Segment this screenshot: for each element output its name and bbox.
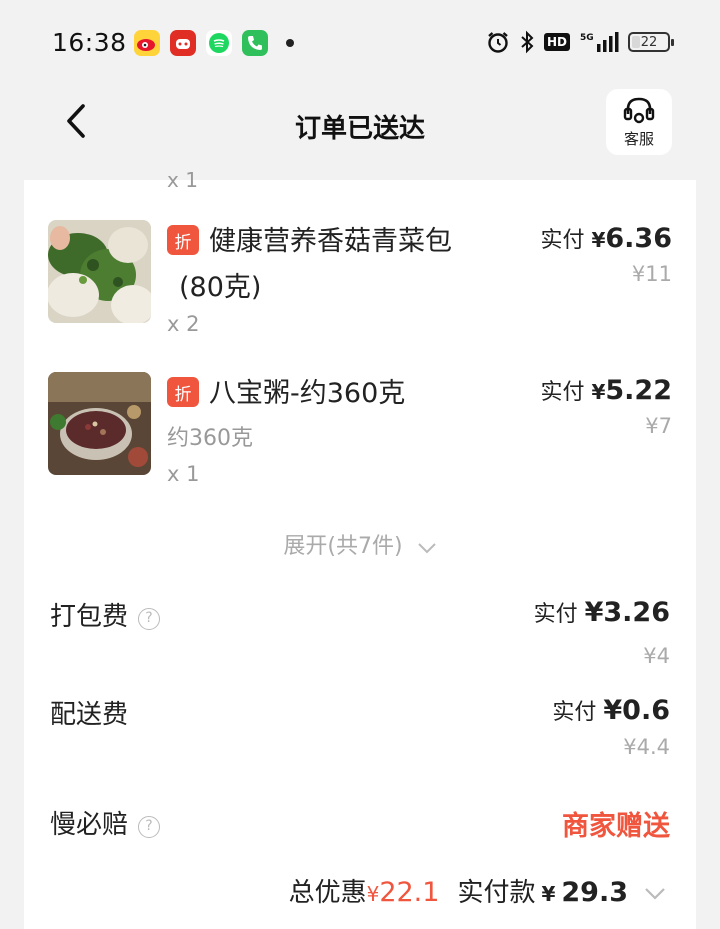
total-discount-label: 总优惠 <box>288 878 367 908</box>
paid-yen: ¥ <box>591 380 606 404</box>
packing-fee-paid: 实付 ¥3.26 <box>534 596 670 628</box>
system-icons: HD 5G 22 <box>486 30 674 54</box>
nav-bar: 订单已送达 客服 <box>0 88 720 180</box>
hd-badge: HD <box>543 33 570 51</box>
battery-icon: 22 <box>628 32 674 52</box>
product-image-vegetable-bun <box>48 220 151 323</box>
delivery-fee-original: ¥4.4 <box>623 735 670 759</box>
order-card: x 1 折 健康营养香菇青菜包 (80克) x 2 实付 ¥6.36 ¥11 折… <box>24 168 696 929</box>
late-compensation-text: 慢必赔 <box>50 810 129 840</box>
packing-fee-text: 打包费 <box>50 602 129 632</box>
total-paid-value: 29.3 <box>561 877 628 908</box>
paid-amount: 5.22 <box>605 375 672 406</box>
chevron-down-icon <box>417 542 436 553</box>
discount-tag: 折 <box>167 225 199 255</box>
customer-service-button[interactable]: 客服 <box>606 89 672 155</box>
total-paid-label: 实付款 <box>457 878 536 908</box>
signal-5g-icon: 5G <box>580 32 619 52</box>
late-compensation-label: 慢必赔? <box>50 804 161 841</box>
list-item[interactable]: 折 八宝粥-约360克 约360克 x 1 实付 ¥5.22 ¥7 <box>48 372 672 492</box>
packing-fee-original: ¥4 <box>643 644 670 668</box>
expand-label: 展开(共7件) <box>283 534 403 559</box>
item-paid-price: 实付 ¥6.36 <box>540 222 672 254</box>
help-icon[interactable]: ? <box>138 816 161 838</box>
status-time: 16:38 <box>52 28 127 57</box>
paid-label: 实付 <box>533 602 578 627</box>
list-item[interactable]: 折 健康营养香菇青菜包 (80克) x 2 实付 ¥6.36 ¥11 <box>48 220 672 340</box>
item-name-line2: (80克) <box>179 272 262 303</box>
spotify-icon <box>206 30 232 56</box>
weibo-icon <box>134 30 160 56</box>
chevron-down-icon[interactable] <box>644 887 666 901</box>
item-name: 健康营养香菇青菜包 <box>209 226 452 257</box>
total-paid-yen: ¥ <box>541 882 556 906</box>
total-discount-yen: ¥ <box>366 882 380 906</box>
delivery-fee-label: 配送费 <box>50 700 129 730</box>
product-image-eight-treasure-porridge <box>48 372 151 475</box>
pinduoduo-icon <box>170 30 196 56</box>
packing-fee-label: 打包费? <box>50 596 161 633</box>
alarm-icon <box>488 32 508 53</box>
more-notifications-dot <box>286 39 294 47</box>
total-discount-value: 22.1 <box>379 877 440 908</box>
paid-label: 实付 <box>552 700 597 725</box>
delivery-fee-amount: ¥0.6 <box>603 695 670 726</box>
item-spec: 约360克 <box>167 426 253 451</box>
delivery-fee-paid: 实付 ¥0.6 <box>552 694 670 726</box>
packing-fee-amount: ¥3.26 <box>584 597 670 628</box>
customer-service-label: 客服 <box>623 129 654 148</box>
expand-items-button[interactable]: 展开(共7件) <box>24 528 696 560</box>
bluetooth-icon <box>521 30 534 54</box>
item-name: 八宝粥-约360克 <box>209 378 406 409</box>
phone-call-icon <box>242 30 268 56</box>
notification-icons <box>134 30 294 56</box>
paid-amount: 6.36 <box>605 223 672 254</box>
svg-text:5G: 5G <box>580 33 594 43</box>
original-price: ¥7 <box>645 414 672 438</box>
order-totals[interactable]: 总优惠 ¥22.1 实付款 ¥29.3 <box>289 872 666 909</box>
original-price: ¥11 <box>631 262 672 286</box>
item-qty: x 1 <box>167 462 200 486</box>
merchant-gift-value: 商家赠送 <box>562 811 670 842</box>
item-paid-price: 实付 ¥5.22 <box>540 374 672 406</box>
battery-level: 22 <box>640 34 658 50</box>
discount-tag: 折 <box>167 377 199 407</box>
paid-label: 实付 <box>540 380 585 405</box>
status-bar: 16:38 HD 5G 22 <box>0 0 720 88</box>
scrolled-qty-remnant: x 1 <box>167 168 198 192</box>
paid-label: 实付 <box>540 228 585 253</box>
paid-yen: ¥ <box>591 228 606 252</box>
item-qty: x 2 <box>167 312 200 336</box>
help-icon[interactable]: ? <box>138 608 161 630</box>
headset-icon <box>623 97 655 123</box>
